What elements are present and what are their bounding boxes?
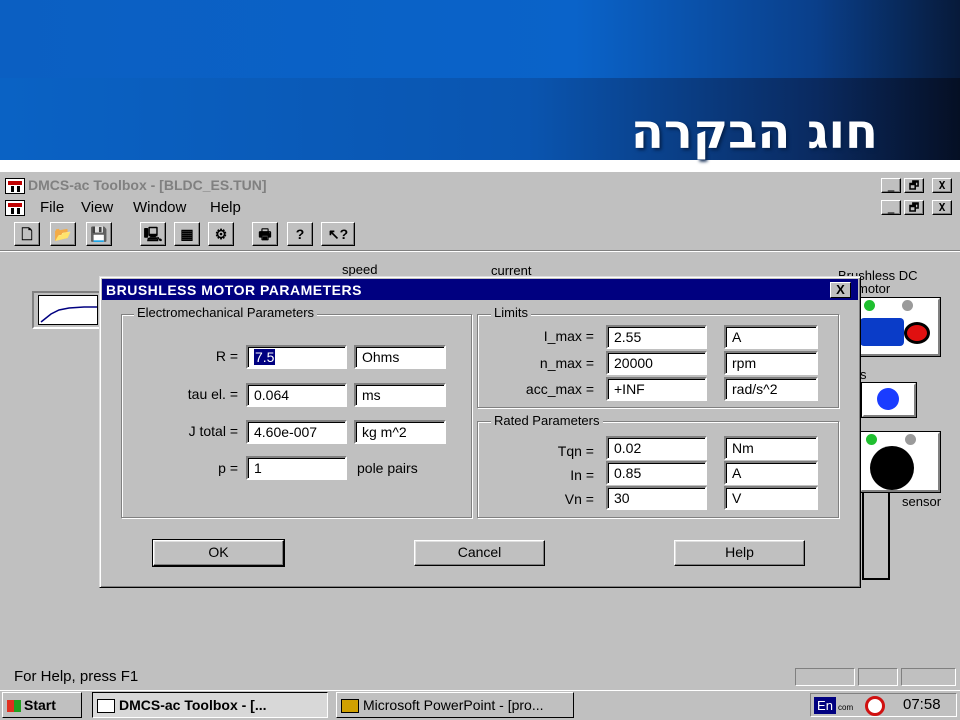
- tune-icon[interactable]: ⚙: [208, 222, 234, 246]
- sensor-dial-icon: [870, 446, 914, 490]
- monitor-icon[interactable]: ▦: [174, 222, 200, 246]
- r-input-value: 7.5: [254, 349, 276, 365]
- task-powerpoint[interactable]: Microsoft PowerPoint - [pro...: [336, 692, 574, 718]
- status-panel-1: [795, 668, 855, 686]
- ok-button[interactable]: OK: [152, 539, 285, 567]
- p-input[interactable]: 1: [246, 456, 347, 480]
- sensor-label: sensor: [902, 494, 942, 509]
- motor-label: motor: [857, 281, 891, 296]
- start-button[interactable]: Start: [2, 692, 82, 718]
- new-file-icon[interactable]: 🗋: [14, 222, 40, 246]
- help-icon[interactable]: ?: [287, 222, 313, 246]
- in-input[interactable]: 0.85: [606, 461, 707, 485]
- status-panel-3: [901, 668, 956, 686]
- windows-logo-icon: [7, 700, 21, 713]
- in-unit[interactable]: A: [724, 461, 818, 485]
- encoder-disc-icon: [877, 388, 899, 410]
- speed-label: speed: [342, 262, 378, 277]
- cancel-button[interactable]: Cancel: [414, 540, 545, 566]
- i-max-unit[interactable]: A: [724, 325, 818, 349]
- document-icon[interactable]: [5, 200, 25, 216]
- vn-unit[interactable]: V: [724, 486, 818, 510]
- context-help-icon[interactable]: ↖?: [321, 222, 355, 246]
- in-label: In =: [570, 467, 594, 483]
- scope-trace-icon: [40, 306, 97, 323]
- slide-title: חוג הבקרה: [630, 104, 878, 160]
- help-button[interactable]: Help: [674, 540, 805, 566]
- p-label: p =: [218, 460, 238, 476]
- n-max-input[interactable]: 20000: [606, 351, 707, 375]
- status-led-grey-icon: [902, 300, 913, 311]
- menu-window[interactable]: Window: [133, 199, 186, 216]
- j-total-unit[interactable]: kg m^2: [354, 420, 446, 444]
- p-unit: pole pairs: [357, 460, 418, 476]
- motor-shaft-icon: [904, 322, 930, 344]
- task-dmcs-label: DMCS-ac Toolbox - [...: [119, 697, 267, 713]
- connection-line-2: [888, 492, 890, 580]
- doc-close-button[interactable]: X: [932, 200, 952, 215]
- app-title: DMCS-ac Toolbox - [BLDC_ES.TUN]: [28, 177, 267, 193]
- r-label: R =: [215, 348, 238, 364]
- menu-help[interactable]: Help: [210, 199, 241, 216]
- acc-max-input[interactable]: +INF: [606, 377, 707, 401]
- restore-button[interactable]: 🗗: [904, 178, 924, 193]
- vn-input[interactable]: 30: [606, 486, 707, 510]
- tau-unit[interactable]: ms: [354, 383, 446, 407]
- app-icon[interactable]: [5, 178, 25, 194]
- connect-icon[interactable]: 🖳: [140, 222, 166, 246]
- electromechanical-group-label: Electromechanical Parameters: [134, 305, 318, 320]
- acc-max-unit[interactable]: rad/s^2: [724, 377, 818, 401]
- language-indicator[interactable]: En: [814, 697, 836, 714]
- dmcs-task-icon: [97, 699, 115, 714]
- i-max-input[interactable]: 2.55: [606, 325, 707, 349]
- j-total-input[interactable]: 4.60e-007: [246, 420, 347, 444]
- powerpoint-task-icon: [341, 699, 359, 714]
- sensor-led-grey-icon: [905, 434, 916, 445]
- minimize-button[interactable]: _: [881, 178, 901, 193]
- print-icon[interactable]: 🖶: [252, 222, 278, 246]
- tqn-unit[interactable]: Nm: [724, 436, 818, 460]
- task-dmcs-toolbox[interactable]: DMCS-ac Toolbox - [...: [92, 692, 328, 718]
- r-unit[interactable]: Ohms: [354, 345, 446, 369]
- n-max-unit[interactable]: rpm: [724, 351, 818, 375]
- r-input[interactable]: 7.5: [246, 345, 347, 369]
- i-max-label: I_max =: [543, 328, 594, 344]
- open-folder-icon[interactable]: 📂: [50, 222, 76, 246]
- dialog-title: BRUSHLESS MOTOR PARAMETERS: [106, 282, 362, 298]
- status-panel-2: [858, 668, 898, 686]
- status-text: For Help, press F1: [14, 668, 139, 685]
- motor-body-icon: [860, 318, 904, 346]
- tqn-input[interactable]: 0.02: [606, 436, 707, 460]
- n-max-label: n_max =: [539, 355, 594, 371]
- doc-restore-button[interactable]: 🗗: [904, 200, 924, 215]
- toolbar-divider: [0, 250, 960, 252]
- clock: 07:58: [903, 696, 941, 713]
- tray-com-label: com: [838, 703, 854, 712]
- j-total-label: J total =: [188, 423, 238, 439]
- connection-line: [862, 492, 864, 580]
- sensor-led-green-icon: [866, 434, 877, 445]
- rated-group-label: Rated Parameters: [491, 413, 603, 428]
- tau-label: tau el. =: [187, 386, 238, 402]
- tqn-label: Tqn =: [557, 443, 594, 459]
- vn-label: Vn =: [564, 491, 594, 507]
- status-led-green-icon: [864, 300, 875, 311]
- save-icon[interactable]: 💾: [86, 222, 112, 246]
- tau-input[interactable]: 0.064: [246, 383, 347, 407]
- scope-display: [38, 295, 98, 325]
- dialog-close-icon[interactable]: X: [830, 282, 851, 298]
- start-label: Start: [24, 697, 56, 713]
- acc-max-label: acc_max =: [525, 381, 594, 397]
- limits-group-label: Limits: [491, 305, 531, 320]
- menu-file[interactable]: File: [40, 199, 64, 216]
- close-button[interactable]: X: [932, 178, 952, 193]
- connection-line-h: [862, 578, 890, 580]
- doc-minimize-button[interactable]: _: [881, 200, 901, 215]
- tray-app-icon[interactable]: [865, 696, 885, 716]
- menu-view[interactable]: View: [81, 199, 113, 216]
- task-powerpoint-label: Microsoft PowerPoint - [pro...: [363, 697, 544, 713]
